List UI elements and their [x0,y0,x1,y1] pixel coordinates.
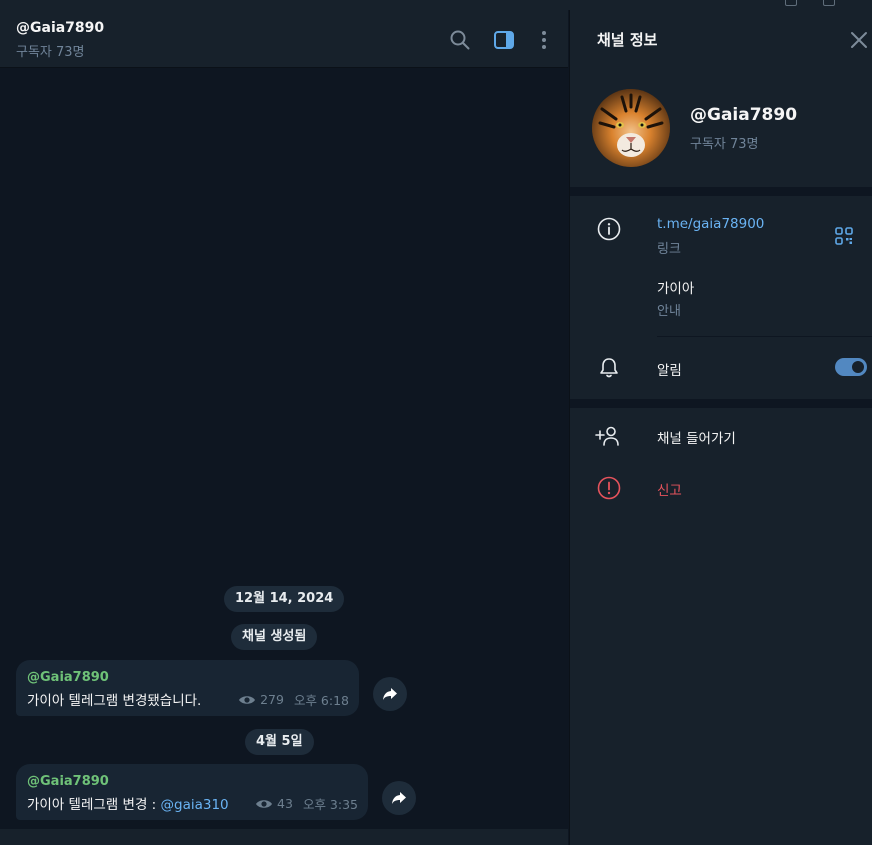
info-icon [597,217,621,241]
bell-icon [600,358,618,378]
maximize-icon[interactable] [823,0,835,6]
section-divider [570,187,872,196]
more-vertical-icon[interactable] [533,29,555,51]
message-bubble[interactable]: @Gaia7890 가이아 텔레그램 변경 : @gaia310 43 오후 3… [16,764,368,820]
channel-description: 가이아 [657,281,695,297]
channel-name: @Gaia7890 [690,105,798,125]
notifications-label: 알림 [657,363,682,379]
message-text-prefix: 가이아 텔레그램 변경 : [27,797,161,813]
view-count: 279 [260,692,284,707]
message-time: 오후 6:18 [293,693,349,708]
window-title-strip [0,0,872,10]
tiger-avatar-image [592,89,670,167]
message-text: 가이아 텔레그램 변경됐습니다. [27,693,202,709]
search-icon[interactable] [449,29,471,51]
link-label: 링크 [657,242,681,257]
minimize-icon[interactable] [785,0,797,6]
join-channel-button[interactable]: 채널 들어가기 [657,427,736,447]
subscriber-count: 구독자 73명 [690,137,759,152]
share-button[interactable] [382,781,416,815]
report-icon [597,476,621,500]
share-arrow-icon [383,688,397,700]
chat-bottom-bar [0,829,568,845]
eye-icon [256,799,273,808]
date-separator: 12월 14, 2024 [224,586,345,612]
view-count: 43 [277,796,293,811]
channel-info-panel: 채널 정보 @Gaia7890 구독자 73명 t.me/gaia78900 링… [569,10,872,845]
service-message: 채널 생성됨 [231,624,318,650]
description-label: 안내 [657,304,681,319]
section-divider [570,399,872,408]
eye-icon [239,695,256,704]
chat-header[interactable]: @Gaia7890 구독자 73명 [0,10,568,68]
chat-subscriber-count: 구독자 73명 [16,45,85,60]
mention-link[interactable]: @gaia310 [161,797,229,813]
sidebar-toggle-icon[interactable] [493,29,515,51]
message-meta: 279 오후 6:18 [238,690,349,709]
share-arrow-icon [392,792,406,804]
chat-title[interactable]: @Gaia7890 [16,20,104,36]
chat-area: @Gaia7890 구독자 73명 12월 14, 2024 채널 생성됨 @G… [0,10,568,845]
row-separator [657,336,872,337]
date-separator: 4월 5일 [245,729,314,755]
message-author[interactable]: @Gaia7890 [27,670,109,685]
panel-title: 채널 정보 [597,31,658,49]
message-bubble[interactable]: @Gaia7890 가이아 텔레그램 변경됐습니다. 279 오후 6:18 [16,660,359,716]
add-user-icon [595,426,619,446]
qr-code-icon[interactable] [835,227,853,245]
close-icon[interactable] [850,31,868,49]
message-author[interactable]: @Gaia7890 [27,774,109,789]
channel-avatar[interactable] [592,89,670,167]
message-time: 오후 3:35 [302,797,358,812]
message-meta: 43 오후 3:35 [255,794,358,813]
share-button[interactable] [373,677,407,711]
message-text: 가이아 텔레그램 변경 : @gaia310 [27,793,229,813]
toggle-knob [850,359,866,375]
channel-link[interactable]: t.me/gaia78900 [657,216,764,232]
notifications-toggle[interactable] [835,358,867,376]
report-button[interactable]: 신고 [657,479,682,499]
